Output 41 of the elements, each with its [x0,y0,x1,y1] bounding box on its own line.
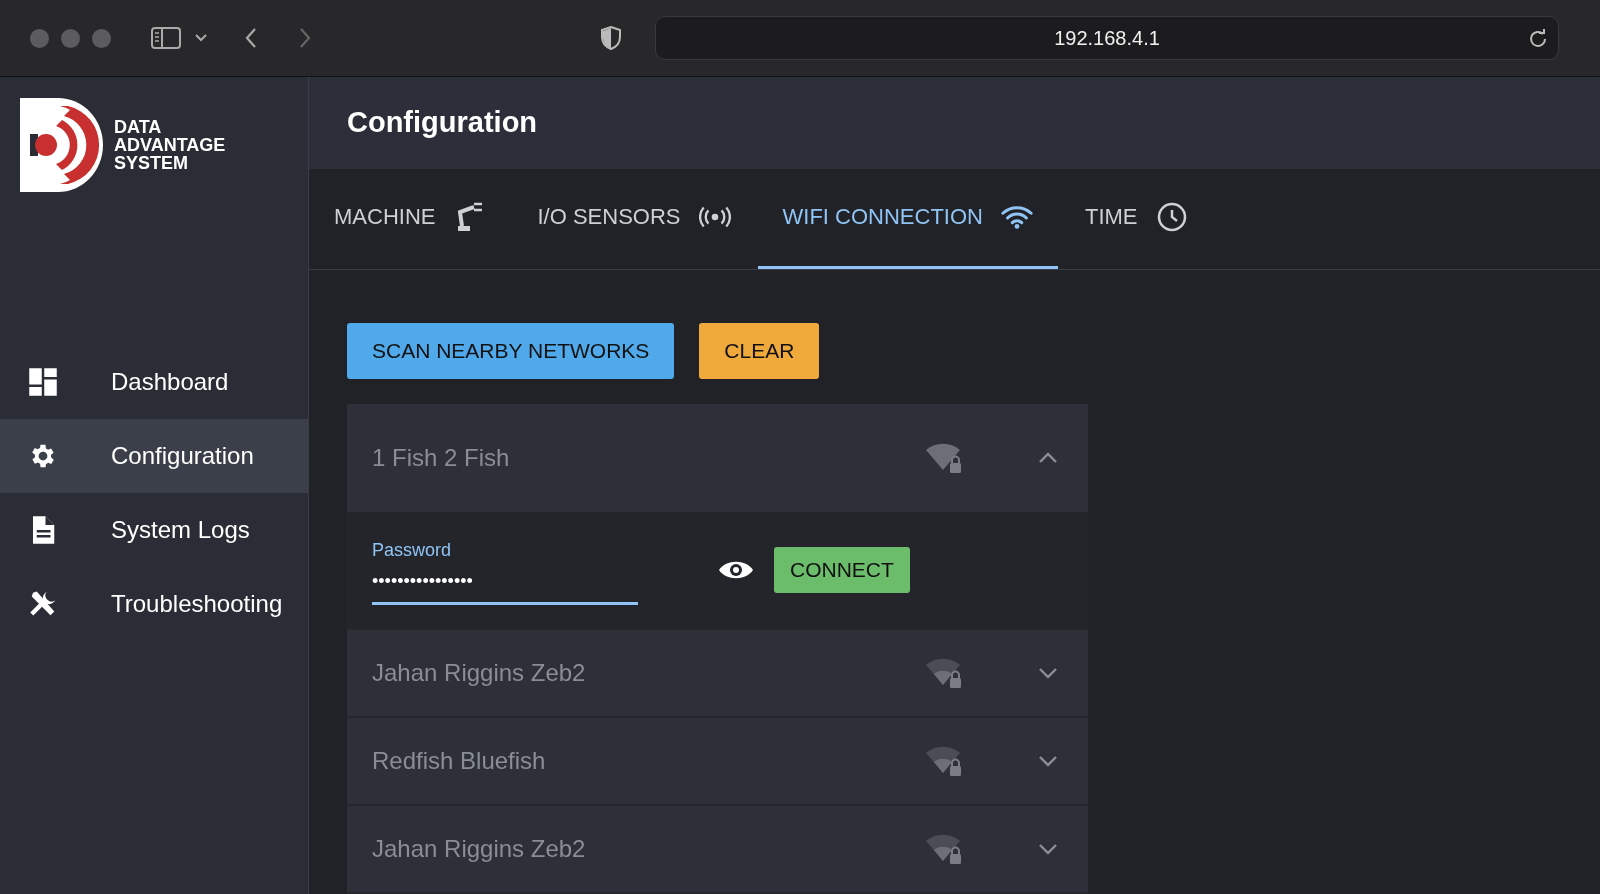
connect-button[interactable]: CONNECT [774,547,910,593]
password-field[interactable]: Password •••••••••••••••• [372,539,638,605]
tab[interactable]: MACHINE [309,168,511,269]
tab[interactable]: I/O SENSORS [512,168,756,269]
logo-text: DATA [114,118,163,136]
network-item[interactable]: 1 Fish 2 Fish [347,404,1088,512]
window-close-button[interactable] [30,28,49,48]
tab[interactable]: TIME [1059,168,1213,269]
sidebar-item[interactable]: Dashboard [0,345,308,419]
logo-text: ADVANTAGE [114,136,226,154]
logo-icon [20,98,104,192]
dashboard-icon [28,367,58,397]
window-minimize-button[interactable] [61,28,80,48]
logo-text: SYSTEM [114,154,189,172]
sidebar-toggle-icon[interactable] [151,27,181,49]
chevron-down-icon[interactable] [1038,667,1058,679]
sidebar-item[interactable]: System Logs [0,493,308,567]
locked-wifi-icon [924,745,964,777]
clear-button[interactable]: CLEAR [699,323,820,379]
chevron-down-icon[interactable] [195,34,207,42]
address-bar[interactable]: 192.168.4.1 [655,16,1559,60]
forward-icon[interactable] [299,27,311,49]
network-item[interactable]: Jahan Riggins Zeb2 [347,630,1088,716]
chevron-down-icon[interactable] [1038,755,1058,767]
chevron-down-icon[interactable] [1038,843,1058,855]
network-item[interactable]: Jahan Riggins Zeb2 [347,806,1088,892]
network-item[interactable]: Redfish Bluefish [347,718,1088,804]
chevron-up-icon[interactable] [1038,452,1058,464]
scan-networks-button[interactable]: SCAN NEARBY NETWORKS [347,323,675,379]
locked-wifi-icon [924,442,964,474]
reload-icon[interactable] [1528,28,1548,48]
locked-wifi-icon [924,833,964,865]
sidebar-item[interactable]: Troubleshooting [0,567,308,641]
window-zoom-button[interactable] [92,28,111,48]
sidebar-item[interactable]: Configuration [0,419,308,493]
locked-wifi-icon [924,657,964,689]
clock-icon [1155,202,1188,233]
shield-icon[interactable] [601,26,621,50]
tab[interactable]: WIFI CONNECTION [757,168,1058,269]
page-title: Configuration [347,106,538,140]
back-icon[interactable] [245,27,257,49]
